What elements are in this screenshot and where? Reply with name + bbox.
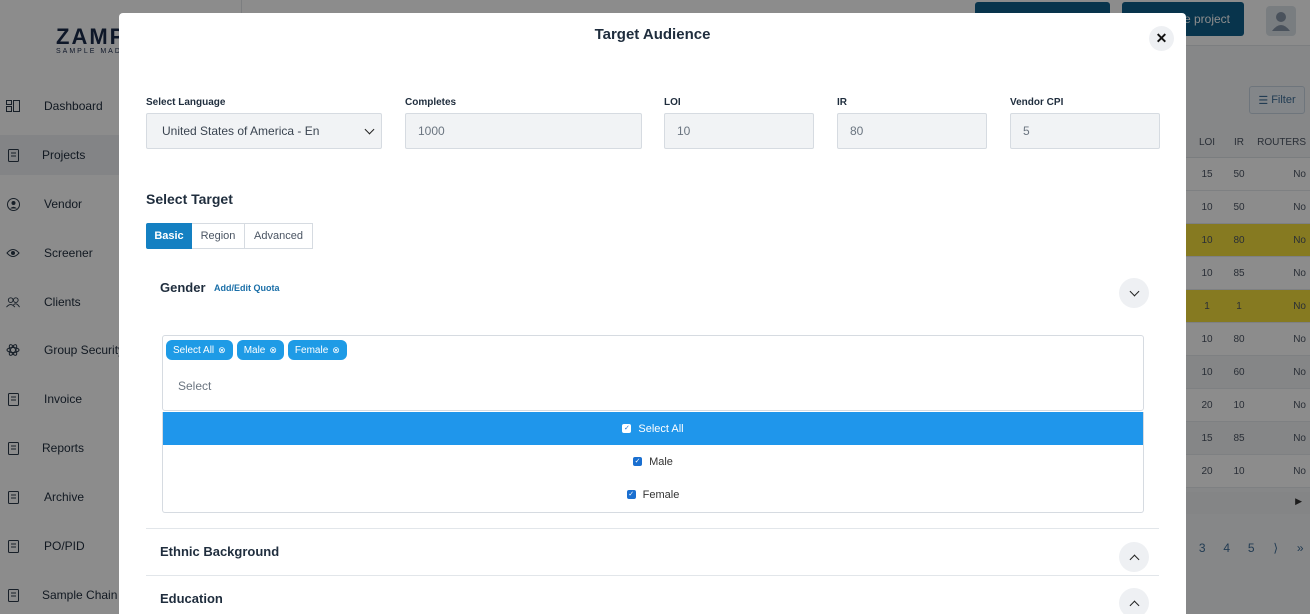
ir-label: IR <box>837 97 847 108</box>
language-label: Select Language <box>146 97 226 108</box>
loi-field[interactable]: 10 <box>664 113 814 149</box>
chevron-up-icon <box>1129 554 1139 564</box>
selected-chips: Select All ⊗ Male ⊗ Female ⊗ <box>166 340 347 360</box>
option-label: Select All <box>638 422 684 435</box>
checkbox-checked-icon[interactable]: ✓ <box>633 457 643 466</box>
add-edit-quota-link[interactable]: Add/Edit Quota <box>214 283 280 293</box>
remove-chip-icon[interactable]: ⊗ <box>332 345 340 356</box>
remove-chip-icon[interactable]: ⊗ <box>218 345 226 356</box>
ethnic-collapse-toggle[interactable] <box>1119 542 1149 572</box>
tab-basic[interactable]: Basic <box>146 223 192 249</box>
loi-label: LOI <box>664 97 681 108</box>
option-male[interactable]: ✓ Male <box>163 445 1143 478</box>
option-select-all[interactable]: ✓ Select All <box>163 412 1143 445</box>
chip-female[interactable]: Female ⊗ <box>287 340 347 360</box>
vendor-cpi-value: 5 <box>1023 124 1030 138</box>
checkbox-checked-icon[interactable]: ✓ <box>626 490 636 499</box>
gender-collapse-toggle[interactable] <box>1119 278 1149 308</box>
completes-value: 1000 <box>418 124 445 138</box>
chevron-down-icon <box>1129 286 1139 296</box>
education-collapse-toggle[interactable] <box>1119 588 1149 614</box>
tab-advanced[interactable]: Advanced <box>245 223 313 249</box>
loi-value: 10 <box>677 124 691 138</box>
option-label: Female <box>642 488 680 501</box>
gender-search-input[interactable]: Select <box>178 379 211 393</box>
select-target-heading: Select Target <box>146 191 233 207</box>
language-select[interactable]: United States of America - En <box>146 113 382 149</box>
education-heading: Education <box>160 591 223 606</box>
chevron-up-icon <box>1129 600 1139 610</box>
section-divider <box>146 575 1159 576</box>
ir-value: 80 <box>850 124 864 138</box>
gender-multiselect[interactable]: Select All ⊗ Male ⊗ Female ⊗ Select <box>162 335 1144 411</box>
chip-male[interactable]: Male ⊗ <box>236 340 284 360</box>
option-label: Male <box>649 455 673 468</box>
remove-chip-icon[interactable]: ⊗ <box>269 345 277 356</box>
close-icon: ✕ <box>1155 30 1168 46</box>
chip-label: Female <box>294 344 329 356</box>
checkbox-checked-icon[interactable]: ✓ <box>622 424 632 433</box>
ir-field[interactable]: 80 <box>837 113 987 149</box>
chip-select-all[interactable]: Select All ⊗ <box>166 340 233 360</box>
gender-options-list: ✓ Select All ✓ Male ✓ Female <box>162 412 1144 513</box>
ethnic-background-heading: Ethnic Background <box>160 544 280 559</box>
section-divider <box>146 528 1159 529</box>
completes-field[interactable]: 1000 <box>405 113 642 149</box>
target-audience-modal: Target Audience ✕ Select Language United… <box>119 13 1186 614</box>
vendor-cpi-field[interactable]: 5 <box>1010 113 1160 149</box>
target-tabs: Basic Region Advanced <box>146 223 313 249</box>
chevron-down-icon <box>364 124 375 135</box>
close-button[interactable]: ✕ <box>1149 26 1174 51</box>
gender-heading: Gender <box>160 280 206 295</box>
chip-label: Male <box>243 344 266 356</box>
modal-title: Target Audience <box>594 26 711 43</box>
completes-label: Completes <box>405 97 457 108</box>
option-female[interactable]: ✓ Female <box>163 478 1143 511</box>
language-value: United States of America - En <box>162 124 320 138</box>
tab-region[interactable]: Region <box>192 223 245 249</box>
chip-label: Select All <box>173 344 215 356</box>
vendor-cpi-label: Vendor CPI <box>1010 97 1064 108</box>
